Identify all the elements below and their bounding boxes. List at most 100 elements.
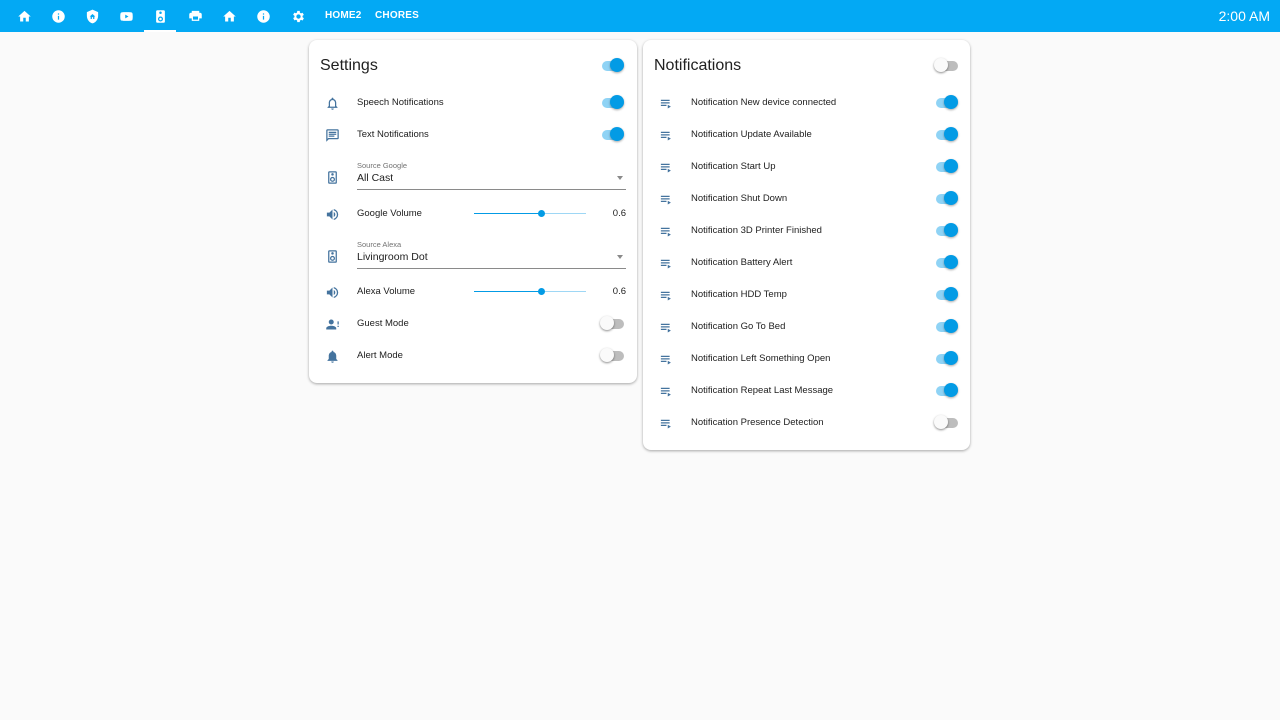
speech-notifications-label: Speech Notifications	[357, 97, 444, 108]
volume-icon	[325, 285, 340, 300]
google-volume-row: Google Volume 0.6	[309, 198, 637, 230]
notification-toggle[interactable]	[934, 351, 960, 367]
notification-toggle[interactable]	[934, 223, 960, 239]
guest-mode-toggle[interactable]	[600, 316, 626, 332]
source-alexa-select[interactable]: Source Alexa Livingroom Dot	[357, 238, 626, 269]
settings-card: Settings Speech Notifications Text Notif…	[309, 40, 637, 383]
home-icon	[17, 10, 31, 21]
alert-mode-row: Alert Mode	[309, 340, 637, 372]
account-alert-icon	[325, 317, 340, 332]
notification-row: Notification Go To Bed	[643, 311, 970, 343]
text-notifications-row: Text Notifications	[309, 119, 637, 151]
alexa-volume-slider[interactable]	[474, 288, 586, 295]
notification-row: Notification Presence Detection	[643, 407, 970, 439]
notification-label: Notification Go To Bed	[691, 321, 786, 332]
card-title: Notifications	[654, 57, 742, 74]
alexa-volume-value: 0.6	[612, 286, 626, 297]
notification-toggle[interactable]	[934, 159, 960, 175]
notification-row: Notification New device connected	[643, 87, 970, 119]
notification-label: Notification Left Something Open	[691, 353, 831, 364]
source-google-caption: Source Google	[357, 161, 408, 170]
notification-toggle[interactable]	[934, 319, 960, 335]
tab-speaker[interactable]	[144, 0, 176, 32]
notification-toggle[interactable]	[934, 383, 960, 399]
notification-row: Notification Update Available	[643, 119, 970, 151]
speaker-icon	[155, 9, 165, 23]
text-notifications-toggle[interactable]	[600, 127, 626, 143]
playlist-play-icon	[659, 192, 674, 207]
guest-mode-row: Guest Mode	[309, 308, 637, 340]
clock: 2:00 AM	[1218, 8, 1270, 24]
dropdown-arrow-icon	[617, 176, 623, 180]
speech-notifications-toggle[interactable]	[600, 95, 626, 111]
text-notifications-label: Text Notifications	[357, 129, 429, 140]
notification-row: Notification Battery Alert	[643, 247, 970, 279]
notification-row: Notification 3D Printer Finished	[643, 215, 970, 247]
notification-label: Notification Battery Alert	[691, 257, 793, 268]
playlist-play-icon	[659, 416, 674, 431]
alexa-volume-row: Alexa Volume 0.6	[309, 276, 637, 308]
playlist-play-icon	[659, 96, 674, 111]
tab-printer[interactable]	[179, 0, 211, 32]
notifications-card: Notifications Notification New device co…	[643, 40, 970, 450]
gear-icon	[292, 10, 304, 22]
volume-icon	[325, 207, 340, 222]
playlist-play-icon	[659, 256, 674, 271]
tab-settings[interactable]	[282, 0, 314, 32]
tab-info-2[interactable]	[247, 0, 279, 32]
source-google-value: All Cast	[357, 172, 394, 184]
notification-label: Notification HDD Temp	[691, 289, 787, 300]
info-icon	[51, 9, 65, 23]
alert-mode-toggle[interactable]	[600, 348, 626, 364]
playlist-play-icon	[659, 320, 674, 335]
playlist-play-icon	[659, 160, 674, 175]
tab-home2[interactable]: HOME2	[325, 0, 362, 32]
playlist-play-icon	[659, 224, 674, 239]
dropdown-arrow-icon	[617, 255, 623, 259]
top-app-bar: HOME2 CHORES 2:00 AM	[0, 0, 1280, 32]
notification-label: Notification Shut Down	[691, 193, 788, 204]
notification-toggle[interactable]	[934, 191, 960, 207]
settings-master-toggle[interactable]	[600, 58, 626, 74]
alexa-volume-label: Alexa Volume	[357, 286, 416, 297]
slider-thumb[interactable]	[537, 210, 545, 217]
printer-3d-icon	[188, 10, 202, 21]
notifications-master-toggle[interactable]	[934, 58, 960, 74]
home-icon	[222, 10, 236, 21]
notification-label: Notification New device connected	[691, 97, 837, 108]
message-text-icon	[325, 128, 340, 143]
notification-toggle[interactable]	[934, 95, 960, 111]
slider-thumb[interactable]	[537, 288, 545, 295]
speaker-icon	[325, 249, 340, 264]
tab-youtube[interactable]	[110, 0, 142, 32]
source-alexa-caption: Source Alexa	[357, 240, 402, 249]
notification-row: Notification Left Something Open	[643, 343, 970, 375]
bell-icon	[325, 349, 340, 364]
source-alexa-value: Livingroom Dot	[357, 251, 428, 263]
tab-info[interactable]	[42, 0, 74, 32]
source-alexa-row: Source Alexa Livingroom Dot	[309, 238, 637, 272]
info-icon	[256, 9, 270, 23]
notification-row: Notification Start Up	[643, 151, 970, 183]
notification-row: Notification Repeat Last Message	[643, 375, 970, 407]
shield-home-icon	[86, 9, 98, 23]
notification-toggle[interactable]	[934, 127, 960, 143]
tab-home-2[interactable]	[213, 0, 245, 32]
source-google-select[interactable]: Source Google All Cast	[357, 159, 626, 190]
google-volume-slider[interactable]	[474, 210, 586, 217]
bell-outline-icon	[325, 96, 340, 111]
notification-label: Notification 3D Printer Finished	[691, 225, 822, 236]
notification-row: Notification Shut Down	[643, 183, 970, 215]
notification-toggle[interactable]	[934, 255, 960, 271]
source-google-row: Source Google All Cast	[309, 159, 637, 193]
alert-mode-label: Alert Mode	[357, 350, 403, 361]
guest-mode-label: Guest Mode	[357, 318, 409, 329]
tab-chores[interactable]: CHORES	[375, 0, 419, 32]
youtube-icon	[119, 11, 133, 21]
notification-toggle[interactable]	[934, 287, 960, 303]
tab-home[interactable]	[8, 0, 40, 32]
speaker-icon	[325, 170, 340, 185]
tab-security[interactable]	[76, 0, 108, 32]
notification-toggle[interactable]	[934, 415, 960, 431]
notification-label: Notification Start Up	[691, 161, 776, 172]
